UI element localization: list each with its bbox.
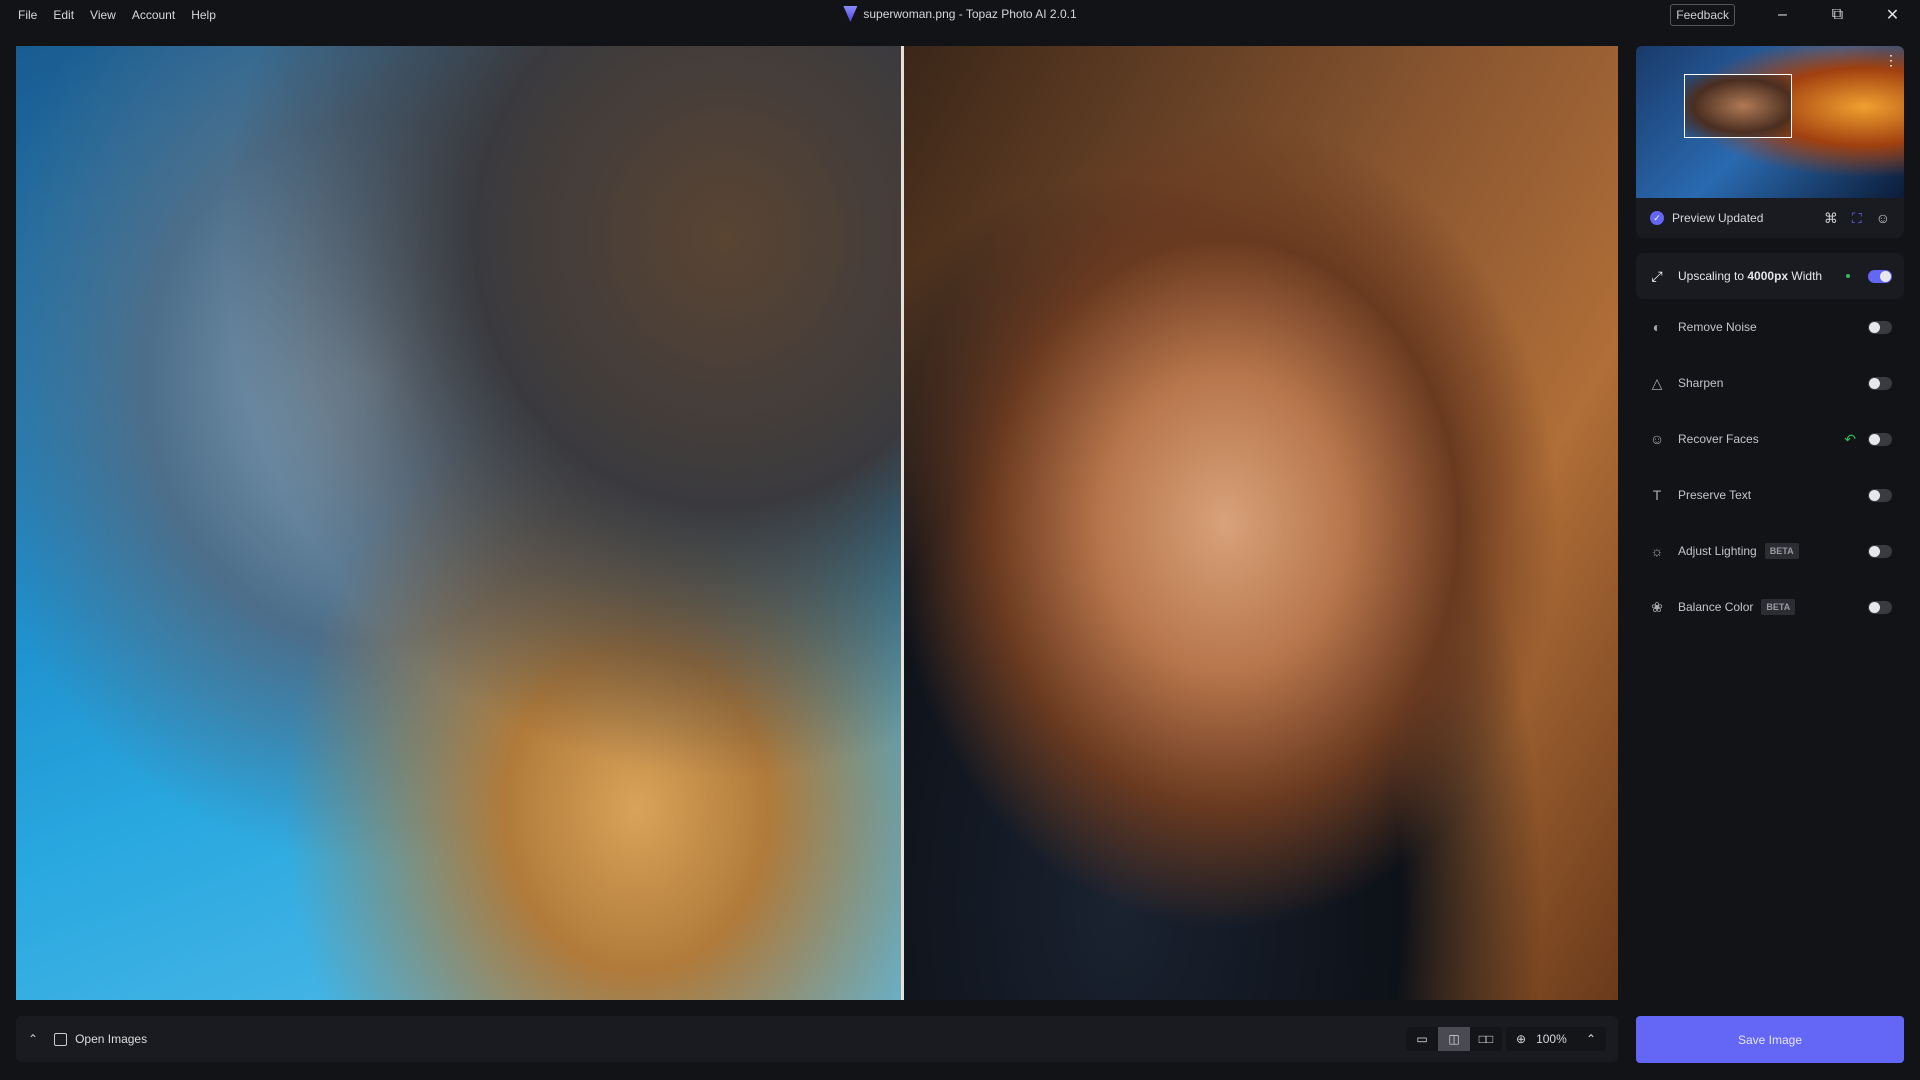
filter-row-adjust-lighting[interactable]: ☼ Adjust Lighting BETA <box>1636 523 1904 579</box>
close-icon[interactable]: ✕ <box>1865 5 1920 25</box>
filter-row-balance-color[interactable]: ❀ Balance Color BETA <box>1636 579 1904 635</box>
filter-toggle[interactable] <box>1868 432 1892 446</box>
window-title: superwoman.png - Topaz Photo AI 2.0.1 <box>843 6 1077 22</box>
face-detect-icon[interactable]: ☺ <box>1876 210 1890 227</box>
minimize-icon[interactable]: – <box>1755 6 1810 24</box>
face-icon: ☺ <box>1649 431 1665 447</box>
upscale-label: Upscaling to 4000px Width <box>1678 269 1823 283</box>
original-image <box>16 46 903 1000</box>
filter-label: Preserve Text <box>1678 488 1752 502</box>
image-viewer[interactable] <box>16 46 1618 1000</box>
chevron-up-icon[interactable]: ⌃ <box>28 1032 38 1046</box>
menu-file[interactable]: File <box>10 8 45 22</box>
noise-icon: ◐ <box>1652 319 1662 335</box>
filter-row-remove-noise[interactable]: ◐ Remove Noise <box>1636 299 1904 355</box>
filter-toggle[interactable] <box>1868 488 1892 502</box>
upscale-card[interactable]: ⤢ Upscaling to 4000px Width <box>1636 253 1904 299</box>
viewport-rect[interactable] <box>1684 74 1792 138</box>
topaz-logo-icon <box>843 6 858 22</box>
preview-status-text: Preview Updated <box>1672 211 1764 225</box>
menu-bar: File Edit View Account Help superwoman.p… <box>0 0 1920 30</box>
text-icon: T <box>1652 487 1662 503</box>
menu-view[interactable]: View <box>82 8 124 22</box>
filter-label: Sharpen <box>1678 376 1724 390</box>
menu-help[interactable]: Help <box>183 8 224 22</box>
resize-arrows-icon: ⤢ <box>1651 267 1663 284</box>
bottom-toolbar: ⌃ Open Images ▭ ◫ □□ ⊕ 100% ⌃ <box>16 1016 1618 1062</box>
zoom-level[interactable]: 100% <box>1536 1032 1567 1046</box>
filter-label: Adjust Lighting <box>1678 544 1757 558</box>
restore-icon[interactable]: ⧉ <box>1810 6 1865 24</box>
triangle-icon: △ <box>1651 374 1663 391</box>
right-panel: ⋮ ✓ Preview Updated ⌘ ⛶ ☺ ⤢ Upscaling to 4… <box>1636 46 1904 635</box>
filter-toggle[interactable] <box>1868 376 1892 390</box>
feedback-button[interactable]: Feedback <box>1670 4 1735 26</box>
more-icon[interactable]: ⋮ <box>1884 52 1898 69</box>
filter-toggle[interactable] <box>1868 600 1892 614</box>
menu-account[interactable]: Account <box>124 8 183 22</box>
open-images-label: Open Images <box>75 1032 148 1046</box>
color-circles-icon: ❀ <box>1651 598 1663 615</box>
select-region-icon[interactable]: ⛶ <box>1852 210 1862 227</box>
filter-label: Recover Faces <box>1678 432 1759 446</box>
single-view-button[interactable]: ▭ <box>1406 1027 1438 1051</box>
menu-edit[interactable]: Edit <box>45 8 82 22</box>
split-divider-handle[interactable] <box>901 46 904 1000</box>
filter-row-recover-faces[interactable]: ☺ Recover Faces ↶ <box>1636 411 1904 467</box>
open-images-button[interactable]: Open Images <box>54 1032 147 1046</box>
title-text: superwoman.png - Topaz Photo AI 2.0.1 <box>863 7 1077 21</box>
processed-image <box>903 46 1618 1000</box>
sun-icon: ☼ <box>1650 543 1664 559</box>
status-dot <box>1846 274 1850 278</box>
zoom-chevron-up-icon[interactable]: ⌃ <box>1586 1032 1596 1046</box>
undo-icon[interactable]: ↶ <box>1844 431 1856 448</box>
filter-row-preserve-text[interactable]: T Preserve Text <box>1636 467 1904 523</box>
image-icon <box>54 1032 68 1046</box>
crop-icon[interactable]: ⌘ <box>1824 210 1838 227</box>
upscale-toggle[interactable] <box>1868 269 1892 283</box>
filter-row-sharpen[interactable]: △ Sharpen <box>1636 355 1904 411</box>
check-icon: ✓ <box>1650 211 1664 225</box>
navigator-thumbnail[interactable]: ⋮ <box>1636 46 1904 198</box>
filter-toggle[interactable] <box>1868 320 1892 334</box>
zoom-icon[interactable]: ⊕ <box>1516 1032 1526 1046</box>
filter-label: Remove Noise <box>1678 320 1757 334</box>
preview-status: ✓ Preview Updated ⌘ ⛶ ☺ <box>1636 198 1904 238</box>
beta-badge: BETA <box>1764 543 1799 559</box>
filter-toggle[interactable] <box>1868 544 1892 558</box>
save-image-button[interactable]: Save Image <box>1636 1016 1904 1063</box>
side-by-side-button[interactable]: □□ <box>1470 1027 1502 1051</box>
beta-badge: BETA <box>1761 599 1796 615</box>
filter-label: Balance Color <box>1678 600 1754 614</box>
split-view-button[interactable]: ◫ <box>1438 1027 1470 1051</box>
